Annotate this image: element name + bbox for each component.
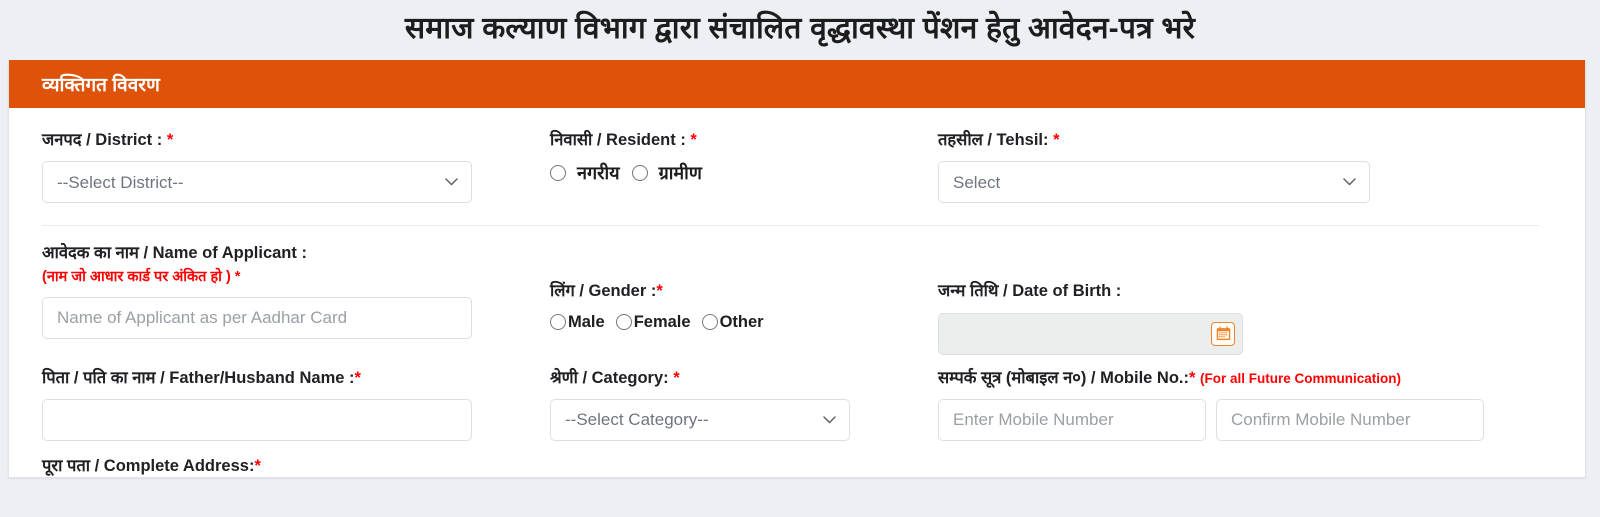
resident-option-rural[interactable]: ग्रामीण [631, 161, 702, 185]
resident-required-marker: * [690, 131, 697, 149]
application-form-page: समाज कल्याण विभाग द्वारा संचालित वृद्धाव… [0, 0, 1600, 517]
applicant-name-label: आवेदक का नाम / Name of Applicant : [42, 244, 307, 263]
field-gender: लिंग / Gender :* Male Female Other [550, 226, 938, 354]
gender-label: लिंग / Gender :* [550, 282, 663, 301]
calendar-icon [1216, 326, 1230, 341]
resident-option-urban-label: नगरीय [577, 163, 620, 184]
applicant-name-input-wrap [42, 296, 550, 339]
father-husband-name-label: पिता / पति का नाम / Father/Husband Name … [42, 368, 361, 387]
resident-option-rural-label: ग्रामीण [658, 163, 702, 184]
category-select[interactable]: --Select Category-- [550, 398, 850, 441]
form-row-3: पिता / पति का नाम / Father/Husband Name … [42, 355, 1552, 478]
mobile-required-marker: * [1189, 368, 1196, 387]
complete-address-required-marker: * [254, 456, 261, 475]
field-tehsil: तहसील / Tehsil: * Select [938, 108, 1552, 204]
gender-option-other[interactable]: Other [701, 312, 764, 332]
category-required-marker: * [673, 368, 680, 387]
field-date-of-birth: जन्म तिथि / Date of Birth : [938, 226, 1552, 355]
field-district: जनपद / District : * --Select District-- [42, 108, 550, 204]
field-category: श्रेणी / Category: * --Select Category-- [550, 355, 938, 478]
field-mobile: सम्पर्क सूत्र (मोबाइल न०) / Mobile No.:*… [938, 355, 1552, 478]
form-row-1: जनपद / District : * --Select District-- … [42, 108, 1552, 204]
personal-details-card: व्यक्तिगत विवरण जनपद / District : * --Se… [8, 60, 1586, 479]
form-row-2: आवेदक का नाम / Name of Applicant : (नाम … [42, 226, 1552, 355]
gender-radio-group: Male Female Other [550, 313, 938, 332]
field-applicant-name: आवेदक का नाम / Name of Applicant : (नाम … [42, 226, 550, 354]
gender-radio-male[interactable] [550, 314, 566, 331]
applicant-name-input[interactable] [42, 296, 472, 339]
gender-option-female[interactable]: Female [615, 312, 691, 332]
tehsil-select[interactable]: Select [938, 161, 1370, 204]
form-body: जनपद / District : * --Select District-- … [9, 108, 1585, 478]
father-husband-name-input-wrap [42, 398, 550, 441]
district-label: जनपद / District : * [42, 131, 174, 149]
mobile-note: (For all Future Communication) [1200, 370, 1402, 386]
gender-radio-female[interactable] [615, 314, 632, 331]
mobile-input-pair [938, 398, 1552, 441]
resident-option-urban[interactable]: नगरीय [550, 161, 620, 185]
category-select-wrap: --Select Category-- [550, 398, 850, 441]
section-header-label: व्यक्तिगत विवरण [42, 75, 160, 96]
resident-label: निवासी / Resident : * [550, 131, 697, 149]
mobile-label: सम्पर्क सूत्र (मोबाइल न०) / Mobile No.:*… [938, 368, 1402, 387]
section-header: व्यक्तिगत विवरण [9, 60, 1585, 108]
complete-address-label: पूरा पता / Complete Address:* [42, 456, 261, 475]
field-resident: निवासी / Resident : * नगरीय ग्रामीण [550, 108, 938, 203]
gender-option-male[interactable]: Male [550, 313, 605, 332]
district-select[interactable]: --Select District-- [42, 161, 472, 204]
gender-option-male-label: Male [568, 312, 605, 331]
gender-option-female-label: Female [633, 312, 691, 331]
gender-radio-other[interactable] [701, 314, 718, 331]
date-of-birth-label: जन्म तिथि / Date of Birth : [938, 282, 1122, 301]
page-title: समाज कल्याण विभाग द्वारा संचालित वृद्धाव… [404, 12, 1196, 45]
gender-option-other-label: Other [719, 312, 764, 331]
category-label: श्रेणी / Category: * [550, 368, 680, 387]
calendar-icon-button[interactable] [1211, 321, 1235, 346]
father-husband-required-marker: * [354, 368, 361, 387]
tehsil-label: तहसील / Tehsil: * [938, 131, 1060, 149]
resident-radio-urban[interactable] [550, 165, 566, 182]
applicant-name-sublabel: (नाम जो आधार कार्ड पर अंकित हो ) * [42, 268, 241, 285]
district-select-wrap: --Select District-- [42, 161, 472, 204]
district-required-marker: * [166, 131, 174, 149]
father-husband-name-input[interactable] [42, 398, 472, 441]
mobile-number-input[interactable] [938, 398, 1206, 441]
tehsil-select-wrap: Select [938, 161, 1370, 204]
gender-required-marker: * [656, 282, 663, 301]
confirm-mobile-number-input[interactable] [1216, 398, 1484, 441]
resident-radio-rural[interactable] [631, 165, 648, 182]
resident-radio-group: नगरीय ग्रामीण [550, 161, 938, 185]
field-father-husband-name: पिता / पति का नाम / Father/Husband Name … [42, 355, 550, 478]
date-of-birth-input[interactable] [938, 312, 1243, 355]
tehsil-required-marker: * [1053, 131, 1060, 149]
date-of-birth-input-wrap [938, 312, 1243, 355]
